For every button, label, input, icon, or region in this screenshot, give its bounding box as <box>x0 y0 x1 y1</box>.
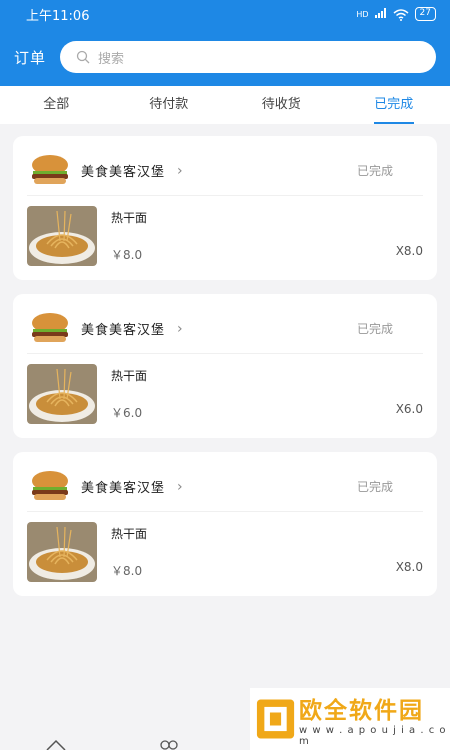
burger-logo-icon <box>32 470 68 500</box>
watermark-text: 欧全软件园 w w w . a p o u j i a . c o m <box>299 691 450 747</box>
food-price: ￥6.0 <box>111 406 143 420</box>
tab-pending-payment[interactable]: 待付款 <box>113 86 226 124</box>
burger-logo-icon <box>32 312 68 342</box>
order-list: 美食美客汉堡 › 已完成 热干面 ￥8.0 X8.0 美食美客汉堡 › 已完成 … <box>0 124 450 596</box>
wifi-icon <box>393 9 409 21</box>
status-icons: HD 27 <box>356 7 436 21</box>
order-status: 已完成 <box>356 480 393 494</box>
order-status: 已完成 <box>356 164 393 178</box>
food-price: ￥8.0 <box>111 564 143 578</box>
order-tabs: 全部 待付款 待收货 已完成 <box>0 86 450 124</box>
shop-name: 美食美客汉堡 <box>81 165 166 180</box>
order-card[interactable]: 美食美客汉堡 › 已完成 热干面 ￥8.0 X8.0 <box>13 136 437 280</box>
app-header: 上午11:06 HD 27 订单 搜索 <box>0 0 450 86</box>
tab-pending-receipt[interactable]: 待收货 <box>225 86 338 124</box>
chevron-right-icon: › <box>177 478 183 495</box>
page-title: 订单 <box>14 48 47 67</box>
noodle-image <box>27 206 97 266</box>
status-bar: 上午11:06 HD 27 <box>0 0 450 28</box>
chevron-right-icon: › <box>177 320 183 337</box>
order-card-header[interactable]: 美食美客汉堡 › 已完成 <box>27 304 423 354</box>
search-input[interactable]: 搜索 <box>60 41 436 73</box>
watermark: 欧全软件园 w w w . a p o u j i a . c o m <box>250 688 450 750</box>
shop-name: 美食美客汉堡 <box>81 323 166 338</box>
food-quantity: X6.0 <box>395 402 423 416</box>
chevron-right-icon: › <box>177 162 183 179</box>
tab-completed[interactable]: 已完成 <box>338 86 450 124</box>
search-icon <box>76 50 90 64</box>
category-icon <box>160 740 178 750</box>
watermark-logo-icon <box>256 699 295 739</box>
order-card[interactable]: 美食美客汉堡 › 已完成 热干面 ￥6.0 X6.0 <box>13 294 437 438</box>
food-quantity: X8.0 <box>395 560 423 574</box>
food-price: ￥8.0 <box>111 248 143 262</box>
food-info: 热干面 ￥8.0 <box>111 209 396 263</box>
shop-name: 美食美客汉堡 <box>81 481 166 496</box>
status-time: 上午11:06 <box>26 8 90 24</box>
food-name: 热干面 <box>111 369 148 383</box>
tab-all[interactable]: 全部 <box>0 86 113 124</box>
nav-home[interactable] <box>0 736 113 750</box>
food-name: 热干面 <box>111 527 148 541</box>
battery-icon: 27 <box>414 7 436 21</box>
order-item[interactable]: 热干面 ￥6.0 X6.0 <box>27 354 423 428</box>
signal-bars-icon <box>374 7 387 21</box>
search-row: 订单 搜索 <box>0 28 450 86</box>
order-card[interactable]: 美食美客汉堡 › 已完成 热干面 ￥8.0 X8.0 <box>13 452 437 596</box>
food-info: 热干面 ￥8.0 <box>111 525 396 579</box>
noodle-image <box>27 364 97 424</box>
watermark-title: 欧全软件园 <box>299 698 425 724</box>
order-card-header[interactable]: 美食美客汉堡 › 已完成 <box>27 462 423 512</box>
order-item[interactable]: 热干面 ￥8.0 X8.0 <box>27 196 423 270</box>
watermark-url: w w w . a p o u j i a . c o m <box>299 725 447 747</box>
food-info: 热干面 ￥6.0 <box>111 367 396 421</box>
order-item[interactable]: 热干面 ￥8.0 X8.0 <box>27 512 423 586</box>
noodle-image <box>27 522 97 582</box>
order-card-header[interactable]: 美食美客汉堡 › 已完成 <box>27 146 423 196</box>
search-placeholder: 搜索 <box>98 51 125 67</box>
order-status: 已完成 <box>356 322 393 336</box>
home-icon <box>46 739 66 750</box>
food-quantity: X8.0 <box>395 244 423 258</box>
signal-icon: HD <box>356 9 369 19</box>
burger-logo-icon <box>32 154 68 184</box>
food-name: 热干面 <box>111 211 148 225</box>
nav-category[interactable] <box>113 736 226 750</box>
